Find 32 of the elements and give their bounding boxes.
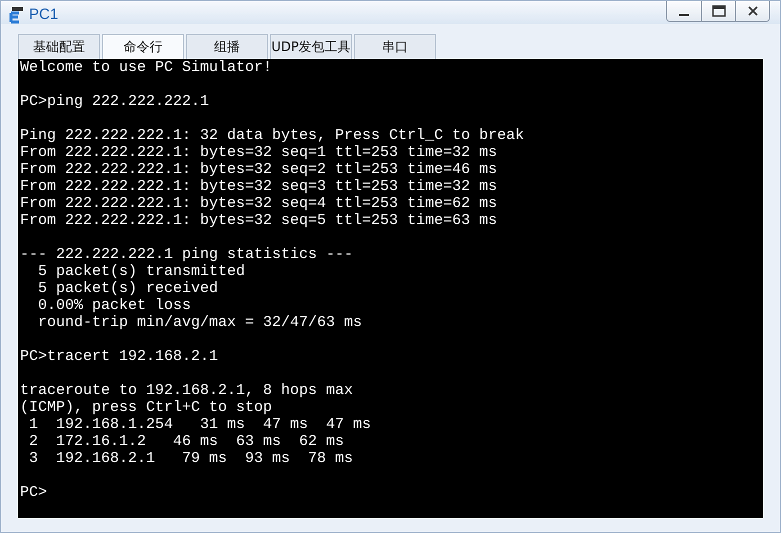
close-button[interactable] (735, 1, 769, 21)
minimize-icon (679, 14, 689, 16)
console-line: 5 packet(s) received (37, 280, 220, 297)
maximize-button[interactable] (701, 1, 735, 21)
console-line: 0.00% packet loss (37, 297, 192, 314)
console-line: 3 192.168.2.1 79 ms 93 ms 78 ms (28, 450, 354, 467)
console-line: round-trip min/avg/max = 32/47/63 ms (37, 314, 364, 331)
console-line: PC>ping 222.222.222.1 (20, 93, 210, 110)
console-line: (ICMP), press Ctrl+C to stop (20, 399, 274, 416)
tab[interactable]: UDP发包工具 (270, 34, 352, 59)
console-line: --- 222.222.222.1 ping statistics --- (20, 246, 354, 263)
tab[interactable]: 基础配置 (18, 34, 100, 59)
console-line: 1 192.168.1.254 31 ms 47 ms 47 ms (28, 416, 372, 433)
console-line: Ping 222.222.222.1: 32 data bytes, Press Ctrl_C to break (20, 127, 526, 144)
close-icon (746, 5, 758, 17)
console-line: From 222.222.222.1: bytes=32 seq=2 ttl=253 time=46 ms (20, 161, 498, 178)
tab[interactable]: 串口 (354, 34, 436, 59)
console-line: PC>tracert 192.168.2.1 (20, 348, 220, 365)
console-line: 2 172.16.1.2 46 ms 63 ms 62 ms (28, 433, 346, 450)
console-line: From 222.222.222.1: bytes=32 seq=5 ttl=253 time=63 ms (20, 212, 498, 229)
console-line: traceroute to 192.168.2.1, 8 hops max (20, 382, 354, 399)
console-line: Welcome to use PC Simulator! (20, 59, 274, 76)
tab[interactable]: 命令行 (102, 34, 184, 59)
tab[interactable]: 组播 (186, 34, 268, 59)
console-line: PC> (20, 484, 48, 501)
window-title: PC1 (29, 6, 58, 23)
console-line: 5 packet(s) transmitted (37, 263, 246, 280)
console-line: From 222.222.222.1: bytes=32 seq=4 ttl=253 time=62 ms (20, 195, 498, 212)
console-line: From 222.222.222.1: bytes=32 seq=3 ttl=253 time=32 ms (20, 178, 498, 195)
maximize-icon (712, 5, 726, 17)
console-line: From 222.222.222.1: bytes=32 seq=1 ttl=253 time=32 ms (20, 144, 498, 161)
minimize-button[interactable] (667, 1, 701, 21)
